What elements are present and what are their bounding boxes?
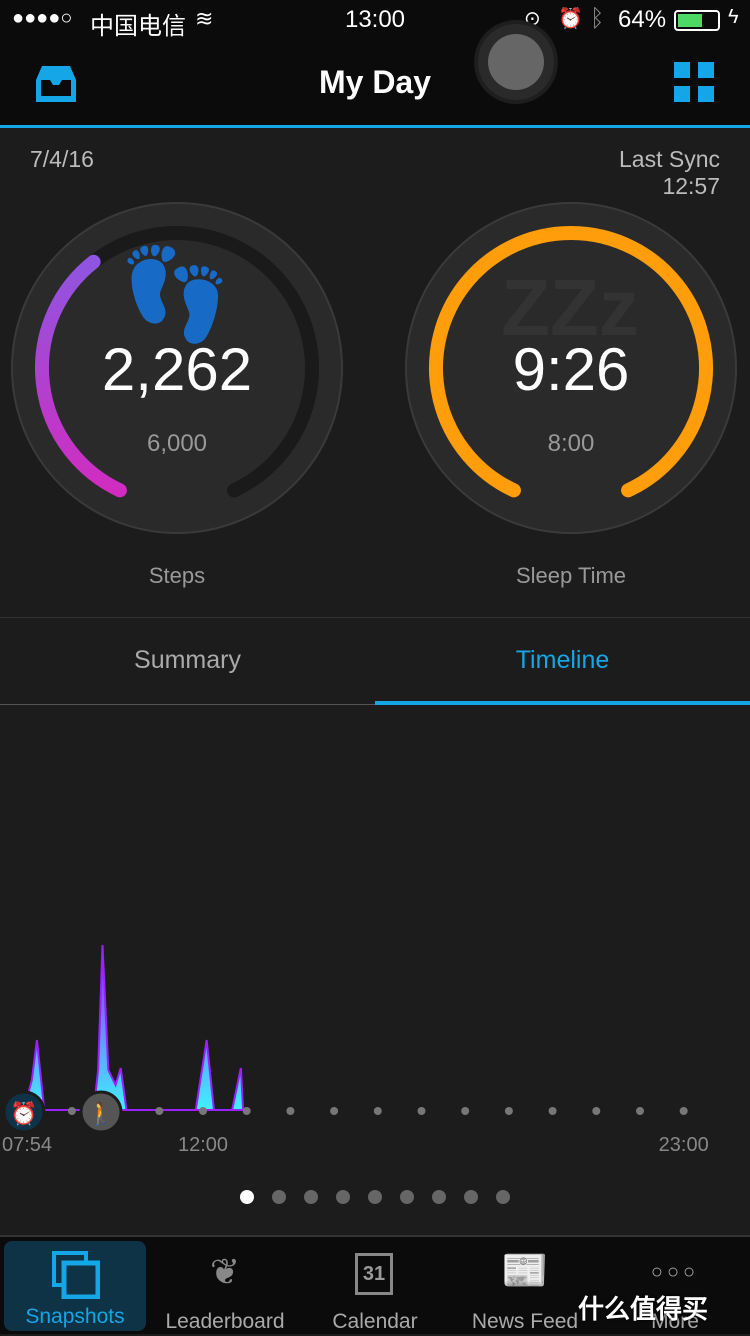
hour-dot (679, 1107, 688, 1115)
steps-value: 2,262 (101, 336, 253, 403)
alarm-icon: ⏰ (558, 8, 583, 30)
svg-text:🚶: 🚶 (87, 1101, 114, 1126)
charging-icon: ϟ (728, 6, 739, 28)
hour-dot (636, 1107, 644, 1115)
tabbar-leaderboard[interactable]: ❦ Leaderboard (150, 1237, 300, 1336)
hour-dot (67, 1107, 76, 1115)
steps-goal: 6,000 (146, 430, 208, 457)
timeline-chart: ⏰ 🚶 07:54 12:00 23:00 (2, 944, 709, 1156)
date: 7/4/16 (30, 146, 94, 172)
page-dot[interactable] (304, 1190, 318, 1204)
tabbar-label: Snapshots (25, 1305, 125, 1328)
tabbar-label: Leaderboard (165, 1310, 285, 1333)
activity-area (22, 944, 245, 1111)
page-dot[interactable] (240, 1190, 254, 1204)
hour-dot (417, 1107, 426, 1115)
svg-text:⏰: ⏰ (10, 1100, 37, 1126)
hour-dot (461, 1107, 470, 1115)
page-dot[interactable] (272, 1190, 286, 1204)
watermark: 什么值得买 (578, 1294, 709, 1324)
snapshots-icon (52, 1251, 100, 1299)
steps-label: Steps (148, 563, 206, 588)
page-dot[interactable] (400, 1190, 414, 1204)
alarm-icon[interactable]: ⏰ (2, 1090, 46, 1134)
last-sync: Last Sync 12:57 (619, 146, 720, 200)
hour-dot (592, 1107, 601, 1115)
sleep-goal: 8:00 (547, 430, 595, 457)
hour-dot (373, 1107, 382, 1115)
hour-dot (199, 1107, 207, 1115)
x-tick-label: 07:54 (2, 1134, 52, 1156)
x-tick-label: 23:00 (659, 1134, 709, 1156)
tab-strip: Summary Timeline (0, 617, 750, 705)
hour-dot (155, 1107, 164, 1115)
grid-icon[interactable] (674, 62, 714, 102)
tabbar-snapshots[interactable]: Snapshots (4, 1241, 146, 1331)
hour-dot (504, 1107, 513, 1115)
tab-bar: Snapshots ❦ Leaderboard 31 Calendar 📰 News … (0, 1235, 750, 1334)
page-dot[interactable] (368, 1190, 382, 1204)
battery-percent: 64% (618, 6, 667, 33)
hour-dot (330, 1107, 339, 1115)
page-dot[interactable] (464, 1190, 478, 1204)
assistive-touch-button[interactable] (474, 20, 558, 104)
page-indicator (0, 1190, 750, 1209)
calendar-icon: 31 (355, 1253, 393, 1295)
sleep-label: Sleep Time (515, 563, 627, 588)
page-title: My Day (318, 64, 432, 100)
nav-bar: My Day (0, 20, 750, 128)
battery-icon (674, 10, 720, 31)
page-dot[interactable] (336, 1190, 350, 1204)
page-dot[interactable] (496, 1190, 510, 1204)
hour-dot (548, 1107, 557, 1115)
sync-label: Last Sync (619, 146, 720, 172)
status-bar: ●●●●○ 中国电信 ≋ 13:00 ⊙ ⏰ ᛒ 64% ϟ (0, 0, 750, 40)
tab-summary[interactable]: Summary (0, 618, 375, 705)
sleep-value: 9:26 (512, 336, 630, 403)
tab-timeline[interactable]: Timeline (375, 618, 750, 705)
tabbar-calendar[interactable]: 31 Calendar (300, 1237, 450, 1336)
x-tick-label: 12:00 (178, 1134, 228, 1156)
hour-dot (242, 1107, 251, 1115)
footsteps-icon: 👣 (119, 240, 231, 348)
tabbar-label: Calendar (332, 1310, 418, 1333)
hour-dot (286, 1107, 295, 1115)
page-dot[interactable] (432, 1190, 446, 1204)
bluetooth-icon: ᛒ (590, 5, 605, 32)
walking-icon[interactable]: 🚶 (79, 1090, 123, 1134)
